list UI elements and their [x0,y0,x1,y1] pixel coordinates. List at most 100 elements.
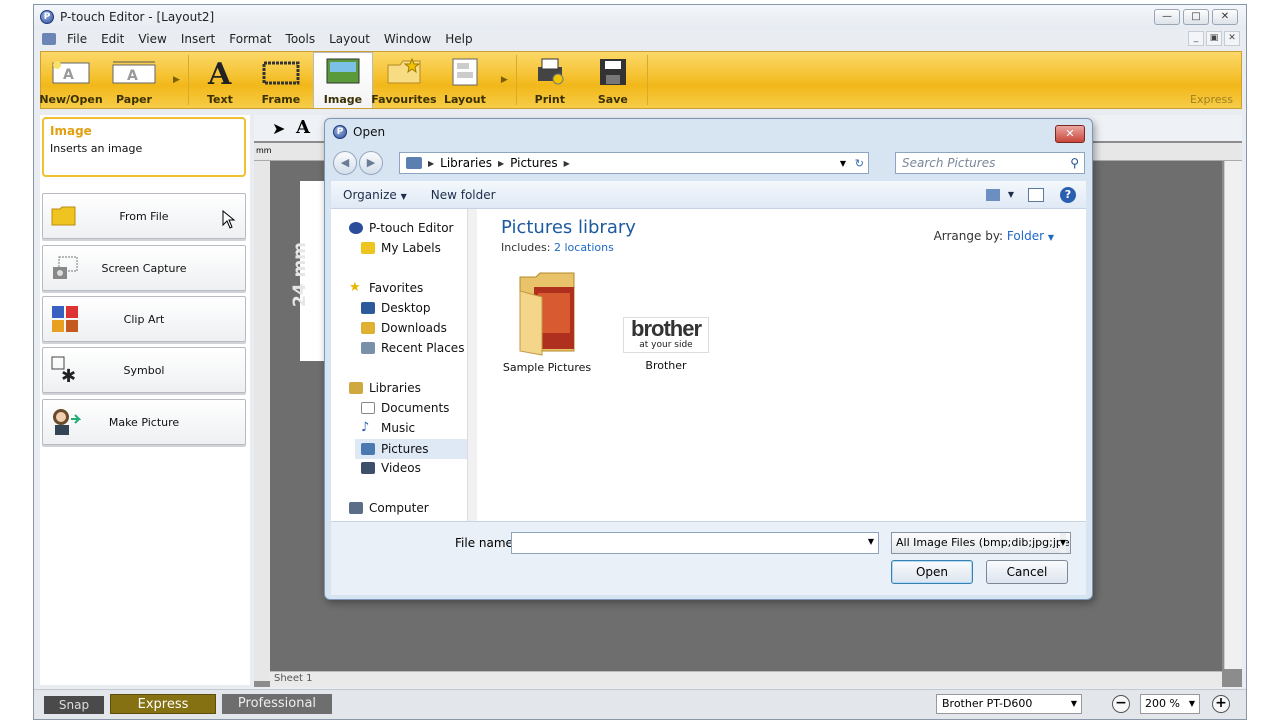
status-bar: Snap Express Professional Brother PT-D60… [34,689,1246,719]
nav-computer[interactable]: Computer [349,501,429,515]
cancel-button[interactable]: Cancel [986,560,1068,584]
command-bar: Organize ▼ New folder ▼ ? [331,181,1086,209]
breadcrumb-libraries[interactable]: Libraries [440,156,492,170]
layout-icon [452,58,478,86]
nav-recent-places[interactable]: Recent Places [361,341,464,355]
nav-desktop[interactable]: Desktop [361,301,431,315]
sheet-tab[interactable]: Sheet 1 [274,673,312,684]
mdi-restore-button[interactable]: ▣ [1206,31,1222,46]
express-mode-button[interactable]: Express [110,694,216,714]
menu-insert[interactable]: Insert [174,32,222,46]
search-icon[interactable]: ⚲ [1070,153,1079,173]
dialog-close-button[interactable]: ✕ [1055,125,1085,143]
nav-downloads[interactable]: Downloads [361,321,447,335]
ribbon-expand-arrow-2[interactable]: ▶ [501,75,508,85]
search-input[interactable]: Search Pictures ⚲ [895,152,1085,174]
ribbon-frame-button[interactable]: Frame [249,52,313,108]
nav-pictures[interactable]: Pictures [355,439,485,459]
select-tool-icon[interactable]: ➤ [272,119,285,138]
ribbon-layout-button[interactable]: Layout [435,52,495,108]
zoom-out-button[interactable]: − [1112,695,1130,713]
nav-music[interactable]: ♪ Music [361,421,415,435]
folder-icon [361,242,375,254]
menu-layout[interactable]: Layout [322,32,377,46]
menu-help[interactable]: Help [438,32,479,46]
clip-art-icon [52,306,78,332]
file-item-sample-pictures[interactable]: Sample Pictures [499,271,595,374]
forward-button[interactable]: ▶ [359,151,383,175]
ribbon-favourites-button[interactable]: Favourites [371,52,437,108]
nav-documents[interactable]: Documents [361,401,449,415]
printer-select[interactable]: Brother PT-D600 ▼ [936,694,1082,714]
file-type-select[interactable]: All Image Files (bmp;dib;jpg;jpe ▼ [891,532,1071,554]
ribbon-new-open-button[interactable]: A New/Open [39,52,103,108]
filename-label: File name: [455,536,517,550]
views-icon[interactable] [986,188,1000,201]
menu-format[interactable]: Format [222,32,278,46]
text-tool-icon[interactable]: A [296,117,310,138]
nav-videos[interactable]: Videos [361,461,421,475]
ribbon-text-button[interactable]: A Text [191,52,249,108]
downloads-icon [361,322,375,334]
left-panel: Image Inserts an image From File Screen … [40,115,250,685]
ribbon-print-button[interactable]: Print [519,52,581,108]
library-title: Pictures library [501,217,636,238]
left-ruler [254,161,270,681]
print-icon [537,58,564,85]
ribbon-expand-arrow[interactable]: ▶ [173,75,180,85]
filename-dropdown-icon[interactable]: ▼ [868,537,874,546]
horizontal-scrollbar[interactable] [270,671,1222,687]
locations-link[interactable]: 2 locations [554,241,614,254]
open-dialog: P Open ✕ ◀ ▶ ▶ Libraries ▶ Pictures ▶ ▼ … [324,118,1093,600]
nav-favorites[interactable]: ★ Favorites [349,281,423,295]
zoom-select[interactable]: 200 % ▼ [1140,694,1200,714]
nav-libraries[interactable]: Libraries [349,381,421,395]
zoom-in-button[interactable]: + [1212,695,1230,713]
vertical-scrollbar[interactable] [1224,161,1242,669]
make-picture-button[interactable]: Make Picture [42,399,246,445]
mdi-close-button[interactable]: ✕ [1224,31,1240,46]
ribbon-toolbar: A New/Open A Paper ▶ A Text Frame Image … [39,51,1242,109]
menu-file[interactable]: File [60,32,94,46]
menu-view[interactable]: View [131,32,173,46]
snap-toggle[interactable]: Snap [44,696,104,714]
professional-mode-button[interactable]: Professional [222,694,332,714]
minimize-button[interactable]: — [1154,9,1180,25]
file-item-brother[interactable]: brother at your side Brother [611,317,721,372]
nav-p-touch-editor[interactable]: P-touch Editor [349,221,454,235]
screen-capture-button[interactable]: Screen Capture [42,245,246,291]
clip-art-button[interactable]: Clip Art [42,296,246,342]
menu-edit[interactable]: Edit [94,32,131,46]
views-dropdown-icon[interactable]: ▼ [1008,190,1014,199]
from-file-button[interactable]: From File [42,193,246,239]
ribbon-paper-button[interactable]: A Paper [101,52,167,108]
preview-pane-icon[interactable] [1028,187,1044,202]
address-bar[interactable]: ▶ Libraries ▶ Pictures ▶ ▼ ↻ [399,152,869,174]
folder-icon [519,272,575,356]
menu-tools[interactable]: Tools [279,32,323,46]
filename-input[interactable]: ▼ [511,532,879,554]
breadcrumb-pictures[interactable]: Pictures [510,156,558,170]
ribbon-save-button[interactable]: Save [581,52,645,108]
dialog-title: Open [353,125,386,139]
nav-my-labels[interactable]: My Labels [361,241,441,255]
maximize-button[interactable]: □ [1183,9,1209,25]
info-box: Image Inserts an image [42,117,246,177]
new-folder-button[interactable]: New folder [419,188,508,202]
organize-button[interactable]: Organize ▼ [331,188,419,202]
text-icon: A [207,57,232,87]
symbol-button[interactable]: ✱ Symbol [42,347,246,393]
frame-icon [262,61,300,85]
ribbon-image-button[interactable]: Image [312,52,373,108]
refresh-icon[interactable]: ↻ [855,157,864,170]
mdi-minimize-button[interactable]: _ [1188,31,1204,46]
back-button[interactable]: ◀ [333,151,357,175]
arrange-by-select[interactable]: Folder ▼ [1007,229,1054,243]
library-icon [406,157,422,169]
symbol-icon: ✱ [51,356,76,384]
menu-window[interactable]: Window [377,32,438,46]
help-icon[interactable]: ? [1060,186,1076,203]
close-window-button[interactable]: ✕ [1212,9,1238,25]
address-dropdown-icon[interactable]: ▼ [840,159,846,168]
open-button[interactable]: Open [891,560,973,584]
